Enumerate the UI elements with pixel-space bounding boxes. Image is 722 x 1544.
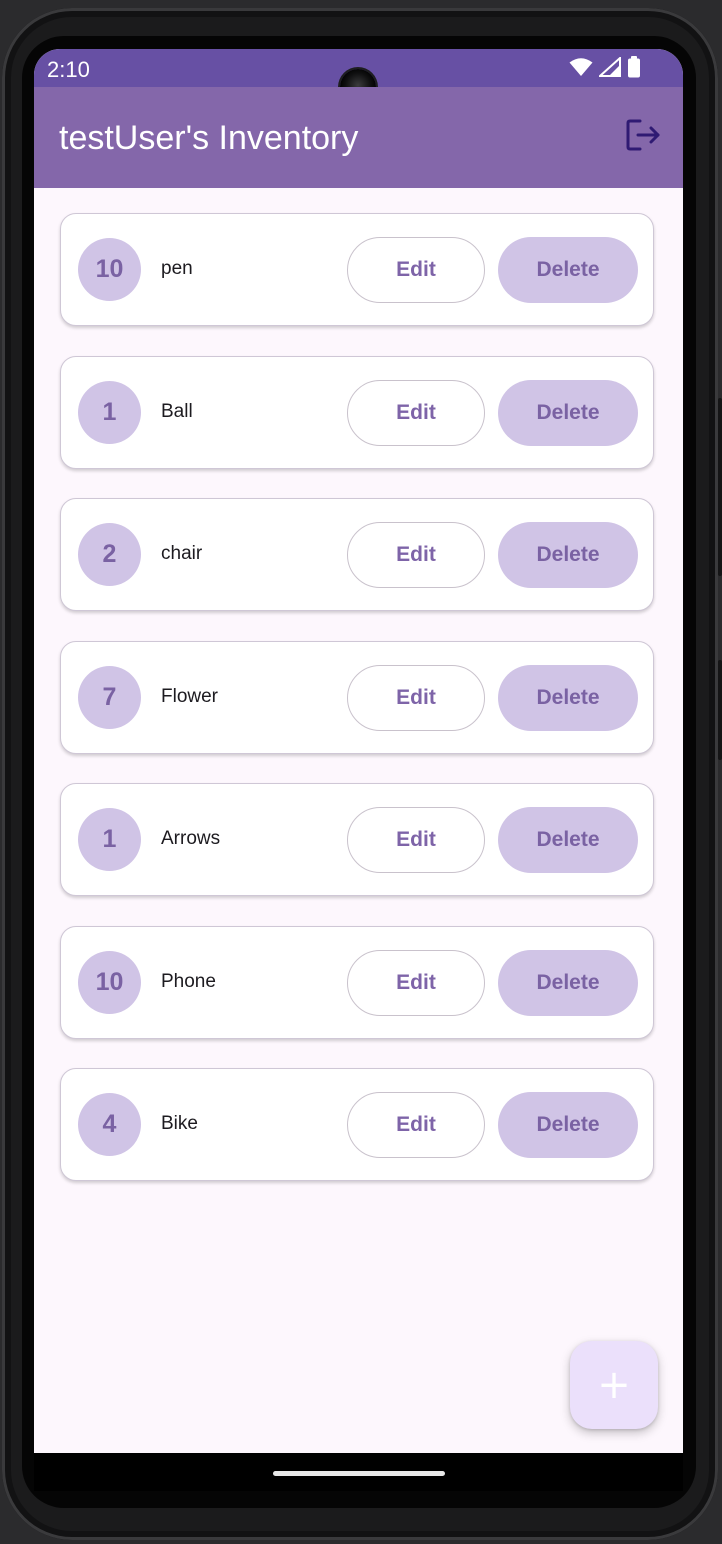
item-name: Bike — [161, 1113, 198, 1134]
delete-button[interactable]: Delete — [498, 949, 638, 1016]
quantity-badge: 10 — [78, 950, 141, 1014]
edit-button[interactable]: Edit — [347, 1092, 485, 1158]
device-frame: 2:10 testUser's Inventory 10 pen Edit De… — [0, 0, 722, 1544]
signal-icon — [597, 55, 621, 82]
app-screen: 2:10 testUser's Inventory 10 pen Edit De… — [34, 49, 683, 1453]
quantity-badge: 2 — [78, 523, 141, 586]
delete-button[interactable]: Delete — [498, 807, 638, 873]
edit-button[interactable]: Edit — [347, 807, 485, 873]
page-title: testUser's Inventory — [59, 119, 359, 157]
delete-button[interactable]: Delete — [498, 379, 638, 446]
quantity-badge: 1 — [78, 808, 141, 871]
list-item: 1 Arrows Edit Delete — [60, 783, 654, 896]
list-item: 1 Ball Edit Delete — [60, 355, 654, 469]
edit-button[interactable]: Edit — [347, 664, 485, 731]
item-name: Phone — [161, 970, 216, 992]
quantity-badge: 7 — [78, 665, 141, 729]
delete-button[interactable]: Delete — [498, 522, 638, 588]
list-item: 7 Flower Edit Delete — [60, 640, 654, 754]
volume-button — [718, 660, 722, 760]
item-name: Arrows — [161, 828, 221, 849]
add-item-button[interactable]: + — [570, 1341, 658, 1429]
quantity-badge: 1 — [78, 380, 141, 444]
list-item: 4 Bike Edit Delete — [60, 1068, 654, 1181]
quantity-badge: 4 — [78, 1093, 141, 1156]
navigation-bar — [34, 1453, 683, 1491]
list-item: 10 pen Edit Delete — [60, 213, 654, 326]
item-name: pen — [161, 258, 193, 279]
status-time: 2:10 — [47, 57, 90, 82]
edit-button[interactable]: Edit — [347, 237, 485, 303]
item-name: Flower — [161, 685, 219, 707]
item-name: Ball — [161, 400, 193, 422]
delete-button[interactable]: Delete — [498, 1092, 638, 1158]
battery-icon — [627, 55, 641, 83]
quantity-badge: 10 — [78, 238, 141, 301]
list-item: 10 Phone Edit Delete — [60, 925, 654, 1039]
delete-button[interactable]: Delete — [498, 664, 638, 731]
list-item: 2 chair Edit Delete — [60, 498, 654, 611]
status-bar: 2:10 — [34, 49, 683, 105]
item-name: chair — [161, 543, 203, 564]
plus-icon: + — [597, 1362, 631, 1408]
home-indicator[interactable] — [273, 1471, 445, 1476]
wifi-icon — [569, 57, 593, 82]
delete-button[interactable]: Delete — [498, 237, 638, 303]
status-icons — [569, 55, 641, 83]
logout-button[interactable] — [624, 117, 664, 157]
top-app-bar: testUser's Inventory — [34, 87, 683, 188]
edit-button[interactable]: Edit — [347, 522, 485, 588]
edit-button[interactable]: Edit — [347, 949, 485, 1016]
edit-button[interactable]: Edit — [347, 379, 485, 446]
power-button — [718, 398, 722, 576]
logout-icon — [626, 118, 662, 157]
